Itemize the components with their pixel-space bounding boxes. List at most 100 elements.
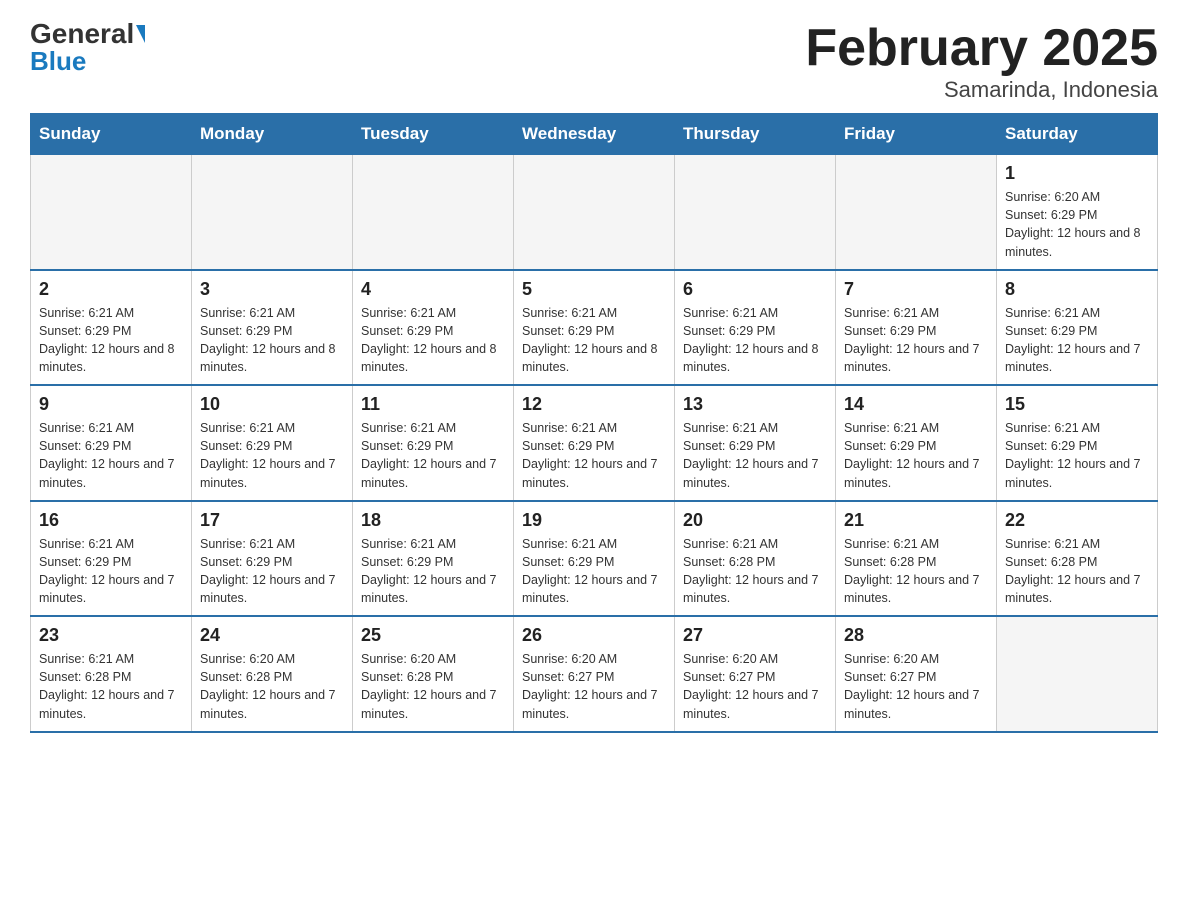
day-info: Sunrise: 6:21 AM Sunset: 6:29 PM Dayligh… bbox=[522, 304, 666, 377]
calendar-cell bbox=[675, 155, 836, 270]
day-info: Sunrise: 6:21 AM Sunset: 6:29 PM Dayligh… bbox=[39, 419, 183, 492]
day-info: Sunrise: 6:20 AM Sunset: 6:28 PM Dayligh… bbox=[361, 650, 505, 723]
calendar-week-row: 1 Sunrise: 6:20 AM Sunset: 6:29 PM Daylig… bbox=[31, 155, 1158, 270]
day-number: 5 bbox=[522, 279, 666, 300]
calendar-week-row: 16 Sunrise: 6:21 AM Sunset: 6:29 PM Dayli… bbox=[31, 501, 1158, 617]
calendar-week-row: 2Sunrise: 6:21 AM Sunset: 6:29 PM Daylig… bbox=[31, 270, 1158, 386]
logo-blue: Blue bbox=[30, 48, 86, 74]
day-number: 3 bbox=[200, 279, 344, 300]
day-info: Sunrise: 6:21 AM Sunset: 6:29 PM Dayligh… bbox=[1005, 419, 1149, 492]
day-info: Sunrise: 6:21 AM Sunset: 6:29 PM Dayligh… bbox=[522, 535, 666, 608]
logo-general: General bbox=[30, 20, 134, 48]
day-number: 16 bbox=[39, 510, 183, 531]
calendar-cell: 5 Sunrise: 6:21 AM Sunset: 6:29 PM Daylig… bbox=[514, 270, 675, 386]
day-info: Sunrise: 6:21 AM Sunset: 6:29 PM Dayligh… bbox=[200, 535, 344, 608]
day-info: Sunrise: 6:21 AM Sunset: 6:29 PM Dayligh… bbox=[844, 419, 988, 492]
header-thursday: Thursday bbox=[675, 114, 836, 155]
day-info: Sunrise: 6:21 AM Sunset: 6:29 PM Dayligh… bbox=[683, 304, 827, 377]
calendar-cell: 17 Sunrise: 6:21 AM Sunset: 6:29 PM Dayli… bbox=[192, 501, 353, 617]
header-saturday: Saturday bbox=[997, 114, 1158, 155]
day-info: Sunrise: 6:21 AM Sunset: 6:29 PM Dayligh… bbox=[522, 419, 666, 492]
day-info: Sunrise: 6:21 AM Sunset: 6:29 PM Dayligh… bbox=[361, 419, 505, 492]
day-number: 7 bbox=[844, 279, 988, 300]
calendar-cell: 8Sunrise: 6:21 AM Sunset: 6:29 PM Daylig… bbox=[997, 270, 1158, 386]
calendar-cell: 2Sunrise: 6:21 AM Sunset: 6:29 PM Daylig… bbox=[31, 270, 192, 386]
calendar-cell bbox=[514, 155, 675, 270]
day-number: 27 bbox=[683, 625, 827, 646]
day-number: 17 bbox=[200, 510, 344, 531]
day-number: 10 bbox=[200, 394, 344, 415]
calendar-cell: 16 Sunrise: 6:21 AM Sunset: 6:29 PM Dayli… bbox=[31, 501, 192, 617]
day-info: Sunrise: 6:21 AM Sunset: 6:29 PM Dayligh… bbox=[361, 535, 505, 608]
day-info: Sunrise: 6:20 AM Sunset: 6:27 PM Dayligh… bbox=[683, 650, 827, 723]
calendar-cell bbox=[836, 155, 997, 270]
day-info: Sunrise: 6:21 AM Sunset: 6:29 PM Dayligh… bbox=[200, 304, 344, 377]
calendar-cell: 26 Sunrise: 6:20 AM Sunset: 6:27 PM Dayli… bbox=[514, 616, 675, 732]
day-info: Sunrise: 6:21 AM Sunset: 6:29 PM Dayligh… bbox=[844, 304, 988, 377]
calendar-cell: 6Sunrise: 6:21 AM Sunset: 6:29 PM Daylig… bbox=[675, 270, 836, 386]
calendar-cell: 15 Sunrise: 6:21 AM Sunset: 6:29 PM Dayli… bbox=[997, 385, 1158, 501]
day-number: 11 bbox=[361, 394, 505, 415]
calendar-cell: 19 Sunrise: 6:21 AM Sunset: 6:29 PM Dayli… bbox=[514, 501, 675, 617]
calendar-week-row: 23 Sunrise: 6:21 AM Sunset: 6:28 PM Dayli… bbox=[31, 616, 1158, 732]
day-info: Sunrise: 6:21 AM Sunset: 6:29 PM Dayligh… bbox=[39, 535, 183, 608]
calendar-cell: 12 Sunrise: 6:21 AM Sunset: 6:29 PM Dayli… bbox=[514, 385, 675, 501]
day-number: 1 bbox=[1005, 163, 1149, 184]
calendar-cell: 28 Sunrise: 6:20 AM Sunset: 6:27 PM Dayli… bbox=[836, 616, 997, 732]
day-info: Sunrise: 6:20 AM Sunset: 6:27 PM Dayligh… bbox=[522, 650, 666, 723]
header-sunday: Sunday bbox=[31, 114, 192, 155]
day-number: 26 bbox=[522, 625, 666, 646]
day-number: 14 bbox=[844, 394, 988, 415]
day-info: Sunrise: 6:20 AM Sunset: 6:28 PM Dayligh… bbox=[200, 650, 344, 723]
calendar-week-row: 9 Sunrise: 6:21 AM Sunset: 6:29 PM Daylig… bbox=[31, 385, 1158, 501]
calendar-cell bbox=[192, 155, 353, 270]
day-number: 20 bbox=[683, 510, 827, 531]
page-subtitle: Samarinda, Indonesia bbox=[805, 77, 1158, 103]
day-info: Sunrise: 6:21 AM Sunset: 6:29 PM Dayligh… bbox=[39, 304, 183, 377]
day-number: 4 bbox=[361, 279, 505, 300]
day-number: 9 bbox=[39, 394, 183, 415]
day-info: Sunrise: 6:21 AM Sunset: 6:28 PM Dayligh… bbox=[39, 650, 183, 723]
calendar-cell: 9 Sunrise: 6:21 AM Sunset: 6:29 PM Daylig… bbox=[31, 385, 192, 501]
day-number: 23 bbox=[39, 625, 183, 646]
header-friday: Friday bbox=[836, 114, 997, 155]
day-number: 15 bbox=[1005, 394, 1149, 415]
day-number: 13 bbox=[683, 394, 827, 415]
day-number: 12 bbox=[522, 394, 666, 415]
calendar-cell: 27 Sunrise: 6:20 AM Sunset: 6:27 PM Dayli… bbox=[675, 616, 836, 732]
calendar-cell: 10 Sunrise: 6:21 AM Sunset: 6:29 PM Dayli… bbox=[192, 385, 353, 501]
header-tuesday: Tuesday bbox=[353, 114, 514, 155]
calendar-cell bbox=[31, 155, 192, 270]
day-number: 8 bbox=[1005, 279, 1149, 300]
calendar-cell: 25 Sunrise: 6:20 AM Sunset: 6:28 PM Dayli… bbox=[353, 616, 514, 732]
day-info: Sunrise: 6:20 AM Sunset: 6:27 PM Dayligh… bbox=[844, 650, 988, 723]
day-number: 25 bbox=[361, 625, 505, 646]
logo: General Blue bbox=[30, 20, 145, 74]
day-number: 22 bbox=[1005, 510, 1149, 531]
day-info: Sunrise: 6:21 AM Sunset: 6:29 PM Dayligh… bbox=[683, 419, 827, 492]
calendar-cell: 22 Sunrise: 6:21 AM Sunset: 6:28 PM Dayli… bbox=[997, 501, 1158, 617]
day-info: Sunrise: 6:21 AM Sunset: 6:29 PM Dayligh… bbox=[361, 304, 505, 377]
calendar-cell: 4 Sunrise: 6:21 AM Sunset: 6:29 PM Daylig… bbox=[353, 270, 514, 386]
logo-triangle-icon bbox=[136, 25, 145, 43]
calendar-cell: 3 Sunrise: 6:21 AM Sunset: 6:29 PM Daylig… bbox=[192, 270, 353, 386]
calendar-cell: 23 Sunrise: 6:21 AM Sunset: 6:28 PM Dayli… bbox=[31, 616, 192, 732]
day-info: Sunrise: 6:21 AM Sunset: 6:29 PM Dayligh… bbox=[200, 419, 344, 492]
calendar-cell: 21Sunrise: 6:21 AM Sunset: 6:28 PM Dayli… bbox=[836, 501, 997, 617]
calendar-cell: 24 Sunrise: 6:20 AM Sunset: 6:28 PM Dayli… bbox=[192, 616, 353, 732]
calendar-table: SundayMondayTuesdayWednesdayThursdayFrid… bbox=[30, 113, 1158, 733]
day-info: Sunrise: 6:20 AM Sunset: 6:29 PM Dayligh… bbox=[1005, 188, 1149, 261]
calendar-cell bbox=[997, 616, 1158, 732]
calendar-cell: 11 Sunrise: 6:21 AM Sunset: 6:29 PM Dayli… bbox=[353, 385, 514, 501]
day-number: 28 bbox=[844, 625, 988, 646]
day-number: 19 bbox=[522, 510, 666, 531]
day-info: Sunrise: 6:21 AM Sunset: 6:28 PM Dayligh… bbox=[1005, 535, 1149, 608]
header-monday: Monday bbox=[192, 114, 353, 155]
calendar-cell: 20Sunrise: 6:21 AM Sunset: 6:28 PM Dayli… bbox=[675, 501, 836, 617]
page-header: General Blue February 2025 Samarinda, In… bbox=[30, 20, 1158, 103]
calendar-cell: 13 Sunrise: 6:21 AM Sunset: 6:29 PM Dayli… bbox=[675, 385, 836, 501]
calendar-cell: 18Sunrise: 6:21 AM Sunset: 6:29 PM Dayli… bbox=[353, 501, 514, 617]
calendar-header-row: SundayMondayTuesdayWednesdayThursdayFrid… bbox=[31, 114, 1158, 155]
day-number: 24 bbox=[200, 625, 344, 646]
calendar-cell bbox=[353, 155, 514, 270]
